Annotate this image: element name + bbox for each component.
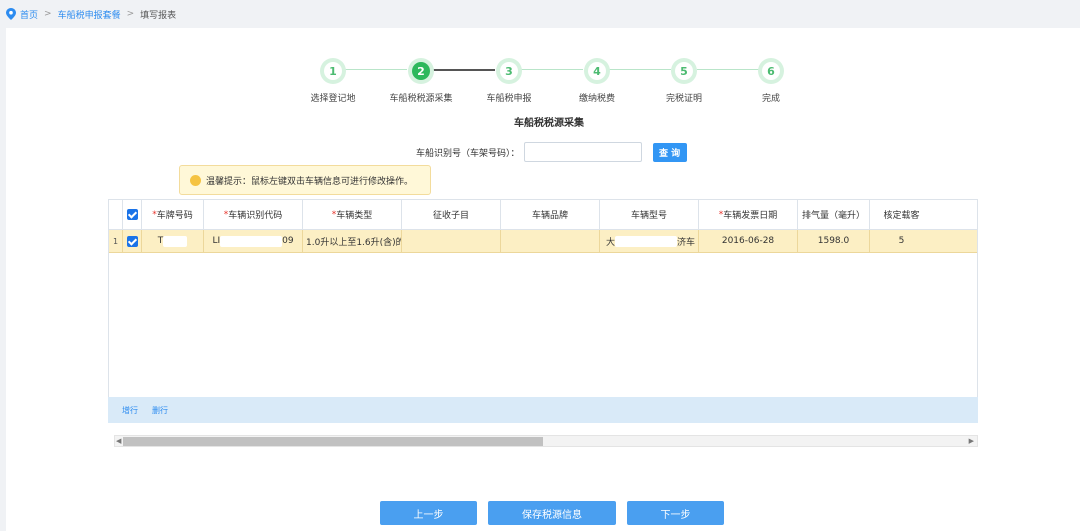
step-4-indicator: 4 (584, 58, 610, 84)
tip-banner: 温馨提示：鼠标左键双击车辆信息可进行修改操作。 (179, 165, 431, 195)
redaction-mask (163, 235, 188, 247)
step-3-indicator: 3 (496, 58, 522, 84)
search-label: 车船识别号（车架号码）： (416, 148, 520, 159)
column-header-brand: 车辆品牌 (501, 200, 600, 229)
search-button[interactable]: 查 询 (652, 142, 687, 162)
search-row: 车船识别号（车架号码）： 查 询 (416, 142, 687, 162)
cell-model: 大济车 (600, 230, 699, 252)
step-6-label: 完成 (761, 94, 780, 104)
breadcrumb-current: 填写报表 (140, 10, 177, 21)
column-header-vin: * 车辆识别代码 (204, 200, 303, 229)
step-5-indicator: 5 (671, 58, 697, 84)
step-6-indicator: 6 (758, 58, 784, 84)
tip-text: 温馨提示：鼠标左键双击车辆信息可进行修改操作。 (206, 176, 414, 187)
smile-icon (190, 174, 201, 186)
add-row-link[interactable]: 增行 (122, 405, 138, 416)
step-number: 4 (588, 62, 606, 80)
horizontal-scrollbar[interactable]: ◀ ▶ (114, 435, 978, 447)
step-connector (609, 69, 671, 70)
scroll-left-icon[interactable]: ◀ (116, 437, 121, 445)
row-number: 1 (109, 230, 123, 252)
column-header-subitem: 征收子目 (402, 200, 501, 229)
next-step-button[interactable]: 下一步 (627, 501, 724, 525)
row-checkbox[interactable] (123, 230, 142, 252)
redaction-mask (615, 235, 678, 247)
table-row[interactable]: 1 T LI09 1.0升以上至1.6升(含)的乘! 大济车 2016-06-2… (109, 230, 977, 253)
step-number: 5 (675, 62, 693, 80)
breadcrumb-section[interactable]: 车船税申报套餐 (58, 8, 121, 21)
scrollbar-thumb[interactable] (123, 437, 543, 446)
column-header-displacement: 排气量（毫升） (798, 200, 870, 229)
cell-invoice-date: 2016-06-28 (699, 230, 798, 252)
cell-seats: 5 (898, 236, 905, 246)
main-panel: 1 2 3 4 5 6 选择登记地 车船税税源采集 车船税申报 缴纳税费 完税证… (6, 28, 1080, 531)
table-footer: 增行 删行 (108, 397, 978, 423)
step-connector (521, 69, 583, 70)
breadcrumb-home[interactable]: 首页 (20, 8, 38, 21)
column-header-plate: * 车牌号码 (142, 200, 204, 229)
cell-subitem (402, 230, 501, 252)
checkbox-checked-icon (126, 209, 138, 220)
step-connector (345, 69, 407, 70)
cell-vin: LI 09 (204, 230, 303, 252)
step-2-label: 车船税税源采集 (389, 94, 453, 104)
cell-displacement: 1598.0 (798, 230, 870, 252)
step-number: 2 (412, 62, 430, 80)
checkbox-checked-icon (126, 235, 138, 247)
column-header-type: * 车辆类型 (303, 200, 402, 229)
column-header-model: 车辆型号 (600, 200, 699, 229)
step-connector (697, 69, 759, 70)
prev-step-button[interactable]: 上一步 (380, 501, 477, 525)
vin-search-input[interactable] (523, 142, 642, 162)
step-number: 6 (762, 62, 780, 80)
cell-brand (501, 230, 600, 252)
select-all-checkbox[interactable] (123, 200, 142, 229)
cell-type: 1.0升以上至1.6升(含)的乘! (303, 230, 402, 252)
save-tax-source-button[interactable]: 保存税源信息 (488, 501, 616, 525)
breadcrumb-separator: > (126, 9, 135, 19)
delete-row-link[interactable]: 删行 (152, 405, 168, 416)
cell-plate: T (142, 230, 204, 252)
column-header-invoice-date: * 车辆发票日期 (699, 200, 798, 229)
row-number-header (109, 200, 123, 229)
progress-stepper: 1 2 3 4 5 6 选择登记地 车船税税源采集 车船税申报 缴纳税费 完税证… (6, 28, 1080, 128)
redaction-mask (220, 235, 283, 247)
vehicle-table: * 车牌号码 * 车辆识别代码 * 车辆类型 征收子目 车辆品牌 车辆型号 * 车辆发票… (108, 199, 978, 423)
step-number: 1 (324, 62, 342, 80)
location-pin-icon (6, 8, 16, 20)
step-connector (433, 69, 495, 71)
section-title: 车船税税源采集 (514, 118, 584, 129)
column-header-seats: 核定载客 (883, 211, 920, 221)
step-5-label: 完税证明 (665, 94, 702, 104)
step-2-indicator: 2 (408, 58, 434, 84)
step-3-label: 车船税申报 (486, 94, 532, 104)
breadcrumb: 首页 > 车船税申报套餐 > 填写报表 (0, 0, 1080, 28)
step-1-indicator: 1 (320, 58, 346, 84)
breadcrumb-separator: > (44, 9, 52, 19)
table-header: * 车牌号码 * 车辆识别代码 * 车辆类型 征收子目 车辆品牌 车辆型号 * 车辆发票… (109, 200, 977, 230)
step-4-label: 缴纳税费 (578, 94, 615, 104)
step-1-label: 选择登记地 (310, 94, 356, 104)
step-number: 3 (500, 62, 518, 80)
scroll-right-icon[interactable]: ▶ (969, 437, 974, 445)
